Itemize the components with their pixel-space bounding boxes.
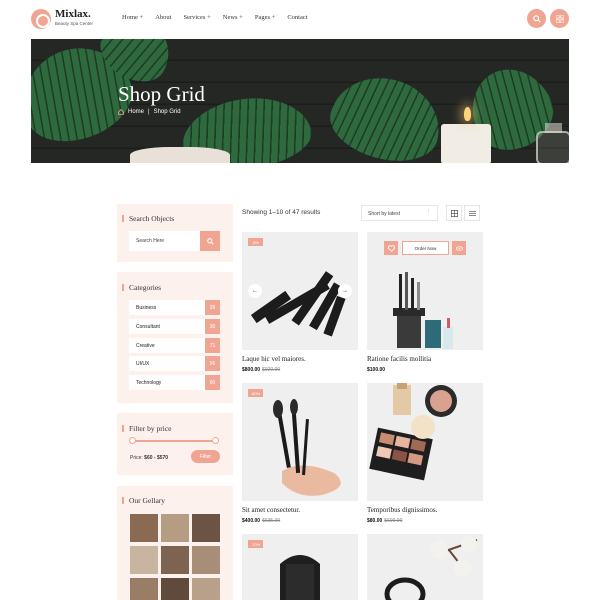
nav-item-home[interactable]: Home + xyxy=(122,14,143,21)
wishlist-button[interactable] xyxy=(384,241,398,255)
site-header: Mixlax. Beauty Spa Center Home + About S… xyxy=(0,0,600,38)
cotton-flowers-image xyxy=(384,536,478,600)
quick-view-button[interactable] xyxy=(452,241,466,255)
search-icon xyxy=(206,237,214,245)
chevron-down-icon: ↓ xyxy=(427,208,430,214)
order-now-button[interactable]: Order Now xyxy=(402,241,449,255)
gallery-image[interactable] xyxy=(192,578,220,600)
price-old: $690.00 xyxy=(384,518,403,524)
price-range-label: Price: $60 - $570 xyxy=(130,455,168,461)
glass-bottle-image xyxy=(536,131,569,163)
product-price: $80.00 $690.00 xyxy=(367,518,402,524)
gallery-title: Our Gellary xyxy=(121,496,166,505)
product-price: $400.00 $635.00 xyxy=(242,518,280,524)
product-name[interactable]: Temporibus dignissimos. xyxy=(367,506,437,514)
home-icon xyxy=(118,109,124,115)
gallery-image[interactable] xyxy=(130,546,158,574)
nav-item-services[interactable]: Services + xyxy=(183,14,210,21)
search-submit-button[interactable] xyxy=(200,231,220,251)
next-image-button[interactable]: → xyxy=(338,284,352,298)
search-icon xyxy=(532,14,541,23)
product-price: $800.00 $920.00 xyxy=(242,367,280,373)
breadcrumb-home[interactable]: Home xyxy=(128,109,144,115)
price-current: $80.00 xyxy=(367,518,383,524)
search-input[interactable]: Search Here xyxy=(129,231,207,251)
product-card[interactable] xyxy=(367,534,483,600)
discount-badge: -70% xyxy=(248,540,263,548)
category-count: 30 xyxy=(205,319,220,334)
price-max-handle[interactable] xyxy=(212,437,219,444)
main-nav: Home + About Services + News + Pages + C… xyxy=(122,14,320,21)
candle-flame-image xyxy=(464,107,471,121)
category-count: 26 xyxy=(205,300,220,315)
grid-view-icon xyxy=(450,209,458,217)
nav-item-pages[interactable]: Pages + xyxy=(255,14,275,21)
product-name[interactable]: Laque hic vel maiores. xyxy=(242,355,306,363)
product-name[interactable]: Sit amet consectetur. xyxy=(242,506,300,514)
page-banner xyxy=(31,39,569,163)
product-price: $100.00 xyxy=(367,367,385,373)
product-card[interactable]: -8% ← → xyxy=(242,232,358,350)
makeup-brushes-image xyxy=(273,399,341,496)
price-filter-widget: Filter by price xyxy=(117,413,233,475)
price-old: $920.00 xyxy=(262,367,281,373)
category-count: 60 xyxy=(205,375,220,390)
breadcrumb-current: Shop Grid xyxy=(153,109,181,115)
price-current: $400.00 xyxy=(242,518,261,524)
gallery-image[interactable] xyxy=(192,546,220,574)
discount-badge: -60% xyxy=(248,389,263,397)
logo-name[interactable]: Mixlax. xyxy=(55,8,91,20)
gallery-image[interactable] xyxy=(192,514,220,542)
header-menu-button[interactable] xyxy=(550,9,569,28)
category-count: 71 xyxy=(205,338,220,353)
logo-icon[interactable] xyxy=(31,9,51,29)
page-title: Shop Grid xyxy=(118,82,205,106)
gallery-image[interactable] xyxy=(161,514,189,542)
breadcrumb: Home | Shop Grid xyxy=(118,109,181,115)
breadcrumb-separator: | xyxy=(148,109,150,115)
list-view-button[interactable] xyxy=(464,205,480,221)
price-range-track[interactable] xyxy=(131,440,216,442)
price-current: $800.00 xyxy=(242,367,261,373)
price-old: $635.00 xyxy=(262,518,281,524)
towel-image xyxy=(130,147,230,163)
logo-tagline: Beauty Spa Center xyxy=(55,21,94,26)
nav-item-about[interactable]: About xyxy=(155,14,171,21)
prev-image-button[interactable]: ← xyxy=(248,284,262,298)
nav-item-contact[interactable]: Contact xyxy=(287,14,307,21)
product-card[interactable]: -60% xyxy=(242,383,358,501)
price-filter-title: Filter by price xyxy=(122,424,172,433)
candle-image xyxy=(441,124,491,163)
product-name[interactable]: Ratione facilis mollitia xyxy=(367,355,431,363)
heart-icon xyxy=(387,244,395,252)
gallery-image[interactable] xyxy=(161,546,189,574)
categories-title: Categories xyxy=(121,283,162,292)
gallery-image[interactable] xyxy=(161,578,189,600)
cosmetics-palette-image xyxy=(369,383,457,481)
header-search-button[interactable] xyxy=(527,9,546,28)
discount-badge: -8% xyxy=(248,238,263,246)
price-range-value: $60 - $570 xyxy=(144,455,169,461)
eye-icon xyxy=(455,245,463,251)
search-widget-title: Search Objects xyxy=(121,214,175,223)
filter-button[interactable]: Filter xyxy=(191,450,220,463)
results-count: Showing 1–10 of 47 results xyxy=(242,209,321,216)
gallery-image[interactable] xyxy=(130,578,158,600)
price-current: $100.00 xyxy=(367,367,386,373)
nav-item-news[interactable]: News + xyxy=(223,14,243,21)
product-card[interactable]: -70% xyxy=(242,534,358,600)
gallery-image[interactable] xyxy=(130,514,158,542)
product-card[interactable] xyxy=(367,383,483,501)
grid-icon xyxy=(555,14,564,23)
list-view-icon xyxy=(468,210,476,216)
category-count: 56 xyxy=(205,356,220,371)
price-label-text: Price: xyxy=(130,455,143,461)
grid-view-button[interactable] xyxy=(446,205,462,221)
price-min-handle[interactable] xyxy=(129,437,136,444)
